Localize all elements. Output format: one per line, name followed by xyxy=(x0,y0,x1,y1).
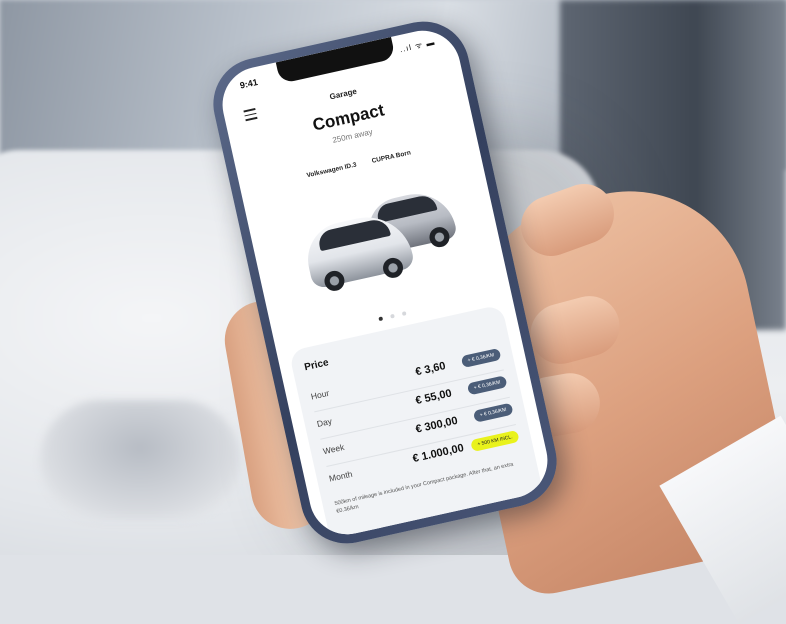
price-label: Week xyxy=(322,441,346,457)
price-label: Hour xyxy=(309,387,331,402)
status-time: 9:41 xyxy=(238,76,259,91)
model-tab[interactable]: Volkswagen ID.3 xyxy=(306,161,357,179)
carousel-dot[interactable] xyxy=(402,311,408,316)
price-label: Month xyxy=(328,468,354,484)
price-amount: € 3,60 xyxy=(414,360,447,379)
carousel-dot[interactable] xyxy=(377,316,383,322)
price-amount: € 55,00 xyxy=(414,387,453,408)
mileage-tag: + € 0,36/KM xyxy=(460,347,502,369)
price-label: Day xyxy=(315,415,333,429)
car-door-handle xyxy=(40,400,240,520)
price-amount: € 300,00 xyxy=(414,414,459,436)
mileage-tag: + € 0,36/KM xyxy=(472,402,514,423)
status-icons: ..ıl ᯤ ▬ xyxy=(398,37,437,55)
price-card: Price Hour € 3,60 + € 0,36/KM Day € 55,0… xyxy=(288,304,548,542)
carousel-dot[interactable] xyxy=(390,313,395,319)
mileage-tag: + € 0,36/KM xyxy=(466,375,508,396)
price-heading: Price xyxy=(303,357,330,374)
model-tab[interactable]: CUPRA Born xyxy=(371,149,411,164)
car-image xyxy=(290,176,466,298)
